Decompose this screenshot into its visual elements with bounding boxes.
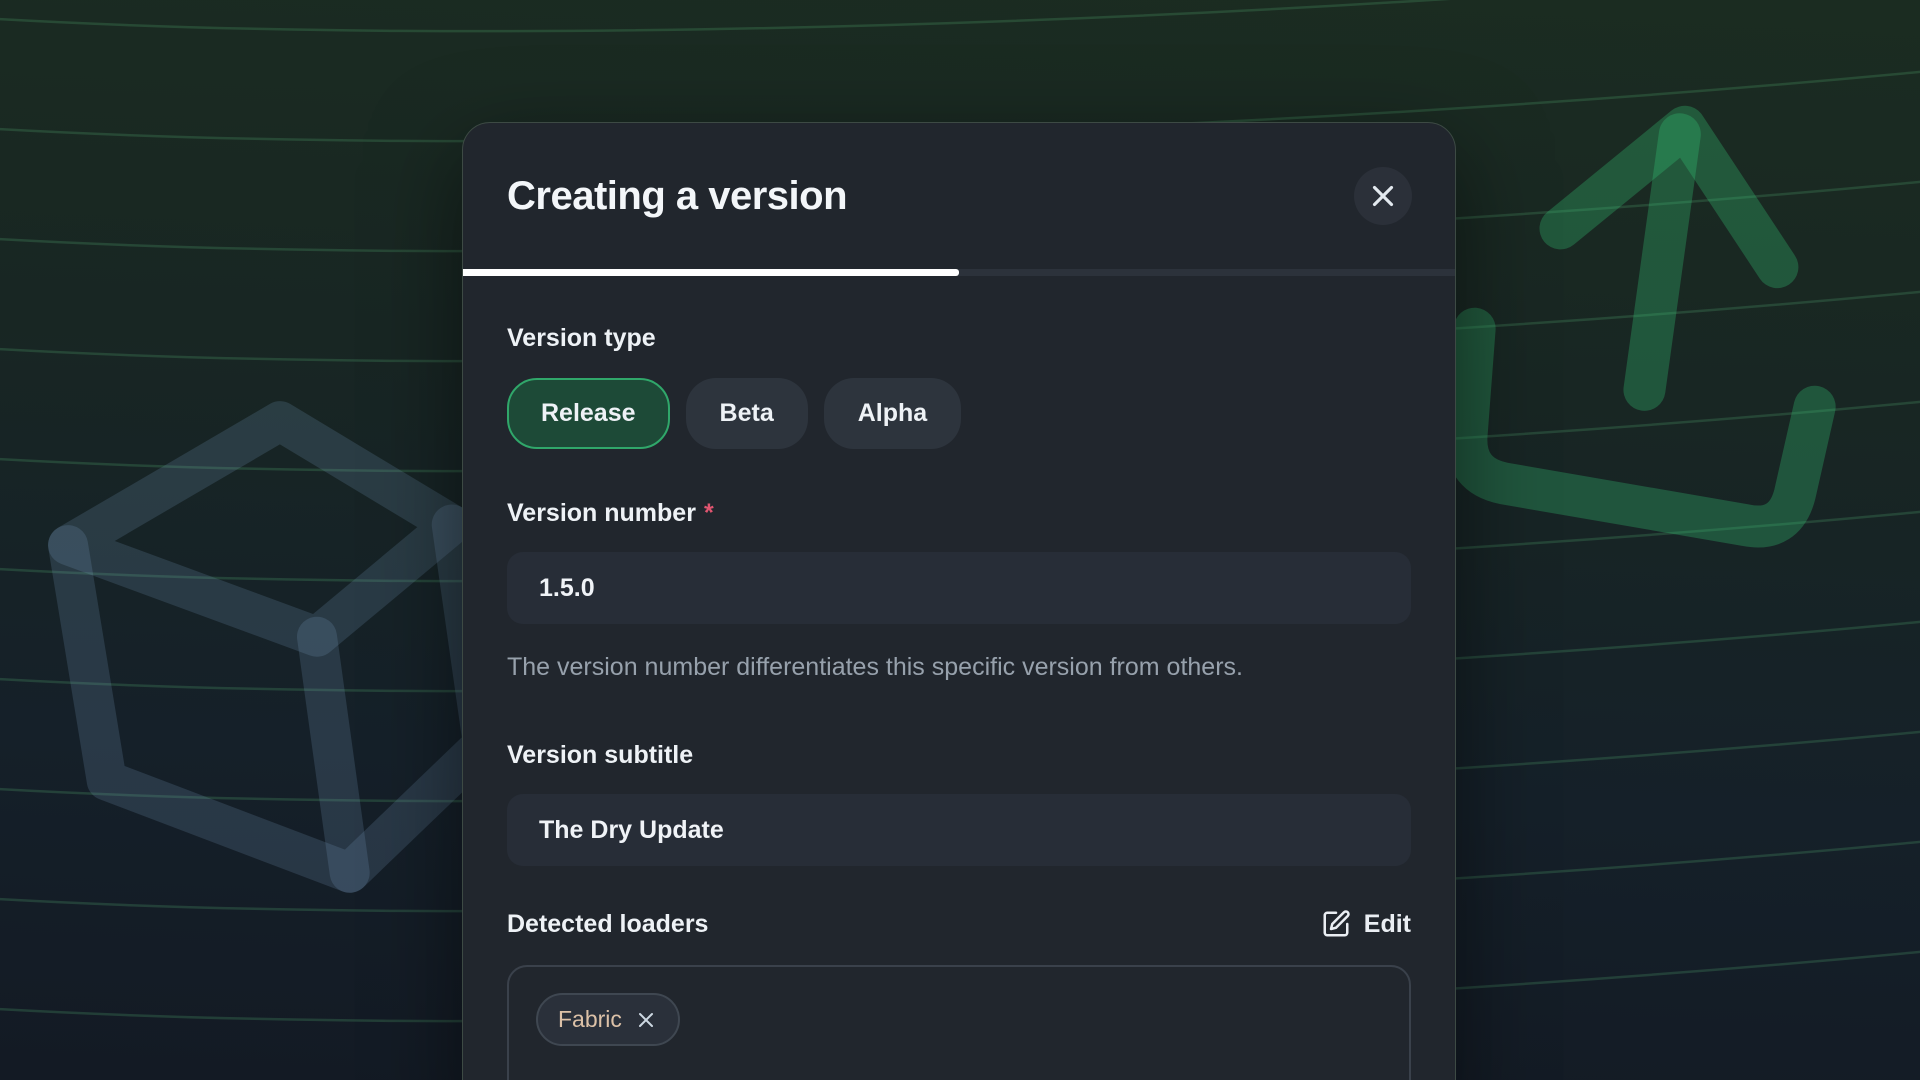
close-button[interactable]: [1354, 167, 1412, 225]
edit-loaders-button[interactable]: Edit: [1321, 909, 1411, 939]
version-type-alpha-button[interactable]: Alpha: [824, 378, 961, 449]
version-type-beta-button[interactable]: Beta: [686, 378, 808, 449]
cube-outline-decoration: [59, 406, 493, 895]
page: Creating a version Version type Release …: [0, 0, 1920, 1080]
create-version-modal: Creating a version Version type Release …: [462, 122, 1456, 1080]
detected-loaders-label: Detected loaders: [507, 909, 708, 939]
detected-loaders-row: Detected loaders Edit: [507, 909, 1411, 939]
x-icon: [634, 1008, 658, 1032]
wizard-progress-bar: [463, 269, 1455, 276]
square-pen-icon: [1321, 909, 1351, 939]
modal-title: Creating a version: [507, 174, 847, 219]
version-number-help: The version number differentiates this s…: [507, 648, 1307, 686]
loader-chip-label: Fabric: [558, 1006, 622, 1033]
modal-body: Version type Release Beta Alpha Version …: [463, 323, 1455, 1080]
edit-loaders-label: Edit: [1364, 910, 1411, 939]
version-subtitle-label: Version subtitle: [507, 740, 1411, 770]
wizard-progress-fill: [463, 269, 959, 276]
x-icon: [1366, 179, 1400, 213]
upload-arrow-decoration: [1455, 104, 1847, 532]
version-number-label: Version number *: [507, 498, 1411, 528]
version-subtitle-input[interactable]: [507, 794, 1411, 866]
loader-chip-fabric: Fabric: [536, 993, 680, 1046]
version-type-release-button[interactable]: Release: [507, 378, 670, 449]
version-type-label: Version type: [507, 323, 1411, 353]
remove-loader-button[interactable]: [634, 1008, 658, 1032]
version-number-input[interactable]: [507, 552, 1411, 624]
version-type-options: Release Beta Alpha: [507, 378, 1411, 449]
required-asterisk: *: [704, 498, 714, 528]
modal-header: Creating a version: [463, 123, 1455, 269]
detected-loaders-container: Fabric: [507, 965, 1411, 1080]
